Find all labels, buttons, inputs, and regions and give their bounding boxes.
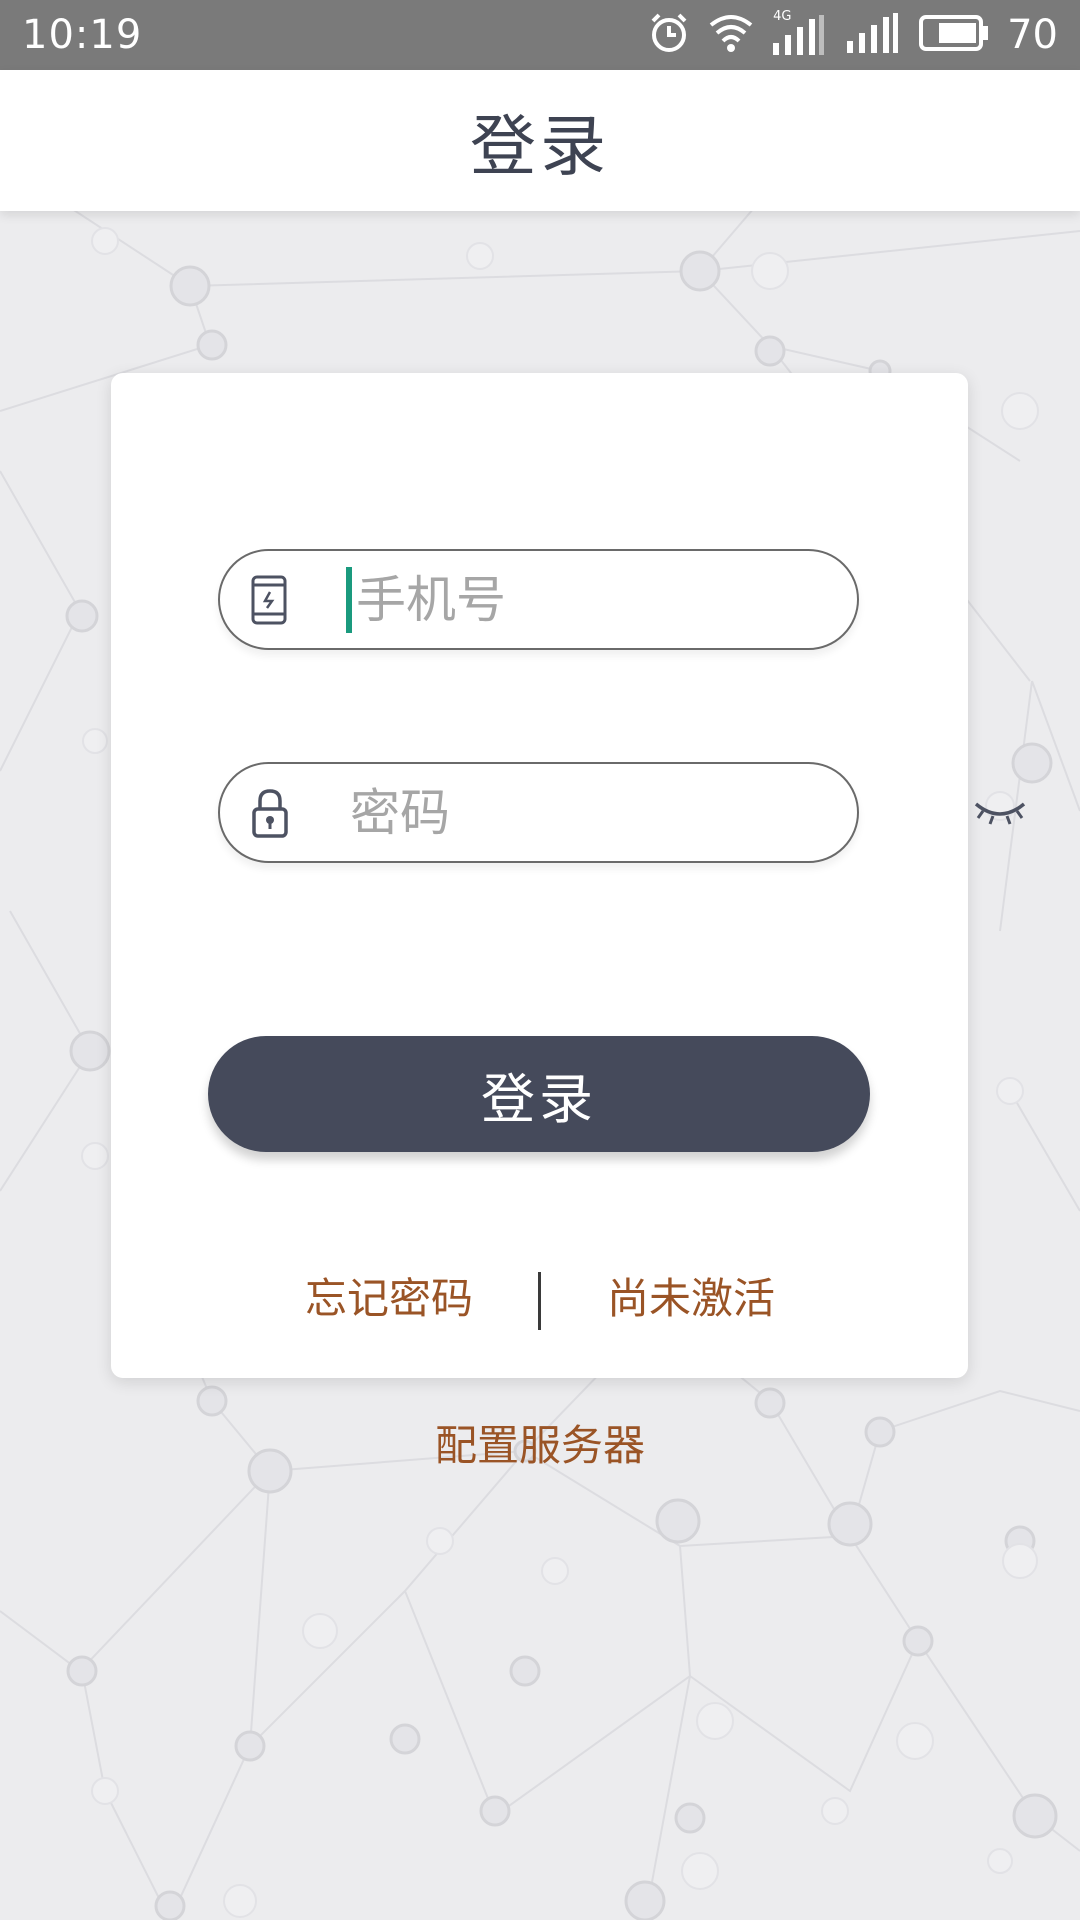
page-title: 登录 [470,107,610,185]
not-activated-link[interactable]: 尚未激活 [607,1266,775,1332]
password-field [218,762,1026,863]
cellular-icon [845,11,901,59]
configure-server-link[interactable]: 配置服务器 [0,1412,1080,1473]
status-time: 10:19 [22,12,143,58]
password-input[interactable] [350,772,973,853]
cellular-4g-icon: 4G [771,9,827,57]
login-card: 登录 忘记密码 尚未激活 [111,373,1026,1378]
login-button[interactable]: 登录 [208,1036,870,1152]
alarm-icon [647,11,691,59]
forgot-password-link[interactable]: 忘记密码 [305,1266,473,1332]
title-bar: 登录 [0,70,1080,211]
lock-icon [250,786,290,840]
status-icons: 4G 70 [647,9,1058,59]
eye-closed-icon[interactable] [973,793,1027,833]
wifi-icon [709,13,753,57]
status-bar: 10:19 4G 70 [0,0,1080,70]
battery-icon [919,13,989,57]
phone-input[interactable] [346,566,979,633]
phone-icon [250,573,288,627]
battery-level: 70 [1007,12,1058,58]
links-divider [538,1272,541,1330]
phone-field [218,549,979,650]
card-links: 忘记密码 尚未激活 [111,1266,968,1332]
